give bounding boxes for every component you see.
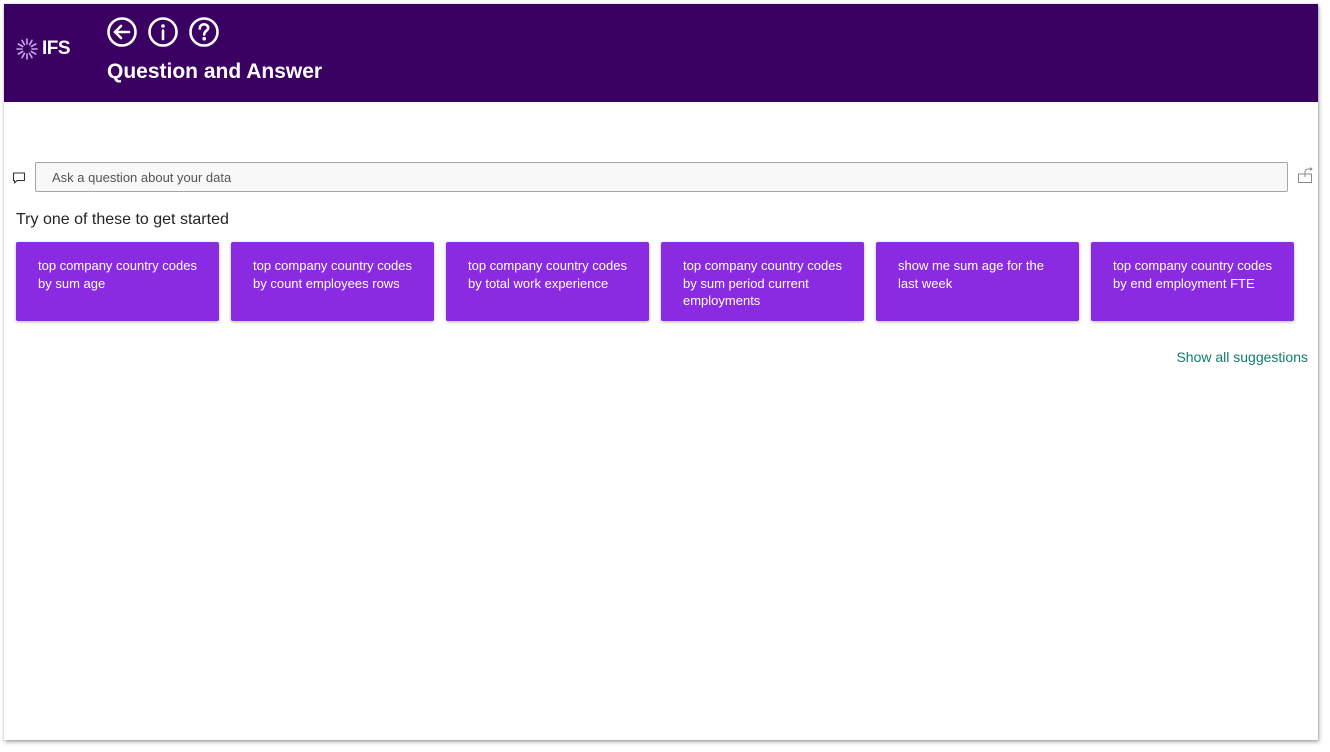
help-icon	[189, 17, 219, 47]
suggestion-card[interactable]: top company country codes by count emplo…	[231, 242, 434, 321]
suggestion-card[interactable]: top company country codes by sum period …	[661, 242, 864, 321]
show-all-suggestions-link[interactable]: Show all suggestions	[1176, 349, 1308, 365]
question-input[interactable]	[35, 162, 1288, 192]
back-button[interactable]	[106, 16, 138, 48]
suggestion-cards: top company country codes by sum age top…	[16, 242, 1294, 321]
suggestion-card[interactable]: top company country codes by total work …	[446, 242, 649, 321]
header-nav	[106, 16, 220, 48]
ifs-logo: IFS	[13, 34, 71, 64]
suggestion-card[interactable]: top company country codes by end employm…	[1091, 242, 1294, 321]
suggestions-prompt: Try one of these to get started	[16, 211, 229, 228]
info-icon	[148, 17, 178, 47]
logo-text: IFS	[42, 38, 71, 59]
suggestion-card[interactable]: top company country codes by sum age	[16, 242, 219, 321]
back-icon	[107, 17, 137, 47]
share-button[interactable]	[1297, 167, 1314, 184]
help-button[interactable]	[188, 16, 220, 48]
app-window: IFS Question and Answer Ask a question a…	[4, 4, 1318, 740]
chat-icon	[12, 171, 26, 185]
header-bar: IFS Question and Answer	[4, 4, 1318, 102]
share-icon	[1298, 167, 1313, 183]
info-button[interactable]	[147, 16, 179, 48]
suggestion-card[interactable]: show me sum age for the last week	[876, 242, 1079, 321]
page-title: Question and Answer	[107, 60, 323, 83]
ifs-logo-icon	[16, 38, 38, 60]
